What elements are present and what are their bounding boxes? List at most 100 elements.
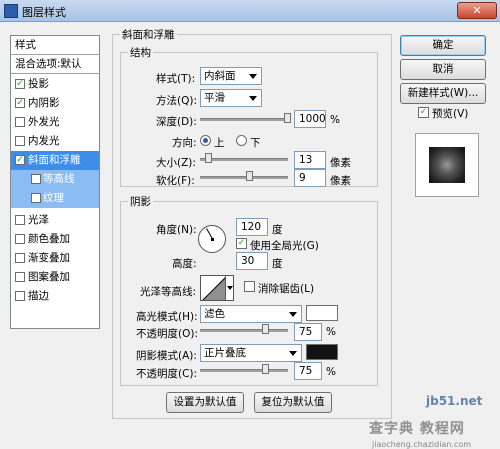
soften-slider-thumb[interactable] — [246, 171, 253, 181]
soften-unit: 像素 — [330, 175, 351, 187]
bevel-style-select[interactable]: 内斜面 — [200, 67, 262, 85]
depth-slider-track[interactable] — [200, 118, 288, 121]
use-global-light-label: 使用全局光(G) — [250, 240, 319, 252]
style-item-label: 光泽 — [28, 214, 49, 226]
angle-input[interactable]: 120 — [236, 218, 268, 236]
style-item-stroke[interactable]: 描边 — [11, 287, 99, 306]
watermark-site: jb51.net — [426, 394, 483, 408]
inner-shadow-checkbox[interactable]: ✓ — [15, 98, 25, 108]
anti-aliased-checkbox[interactable] — [244, 281, 255, 292]
blending-options-item[interactable]: 混合选项:默认 — [11, 55, 99, 74]
style-list-header[interactable]: 样式 — [11, 36, 99, 55]
angle-unit: 度 — [272, 224, 283, 236]
highlight-opacity-label: 不透明度(O): — [136, 328, 198, 340]
cancel-button[interactable]: 取消 — [400, 59, 486, 80]
reset-to-default-button[interactable]: 复位为默认值 — [254, 392, 332, 413]
style-item-label: 投影 — [28, 78, 49, 90]
angle-center-dot — [211, 238, 214, 241]
size-slider-thumb[interactable] — [205, 153, 212, 163]
shadow-opacity-input[interactable]: 75 — [294, 362, 322, 380]
altitude-label: 高度: — [172, 258, 197, 270]
bevel-emboss-checkbox[interactable]: ✓ — [15, 155, 25, 165]
shadow-opacity-slider-thumb[interactable] — [262, 364, 269, 374]
style-item-label: 外发光 — [28, 116, 60, 128]
new-style-button[interactable]: 新建样式(W)... — [400, 83, 486, 104]
shadow-opacity-slider-track[interactable] — [200, 369, 288, 372]
satin-checkbox[interactable] — [15, 215, 25, 225]
style-item-drop-shadow[interactable]: ✓ 投影 — [11, 75, 99, 94]
altitude-input[interactable]: 30 — [236, 252, 268, 270]
highlight-mode-select[interactable]: 滤色 — [200, 305, 302, 323]
color-overlay-checkbox[interactable] — [15, 234, 25, 244]
style-label: 样式(T): — [156, 73, 196, 85]
style-item-bevel-emboss[interactable]: ✓ 斜面和浮雕 — [11, 151, 99, 170]
style-item-label: 斜面和浮雕 — [28, 154, 81, 166]
chevron-down-icon — [249, 96, 257, 101]
style-item-label: 描边 — [28, 290, 49, 302]
window-title: 图层样式 — [22, 6, 66, 19]
highlight-color-swatch[interactable] — [306, 305, 338, 321]
inner-glow-checkbox[interactable] — [15, 136, 25, 146]
soften-label: 软化(F): — [156, 175, 195, 187]
style-item-color-overlay[interactable]: 颜色叠加 — [11, 230, 99, 249]
shading-group-title: 阴影 — [128, 194, 153, 209]
chevron-down-icon — [227, 286, 233, 290]
title-bar[interactable]: 图层样式 ✕ — [0, 0, 500, 22]
shadow-mode-select[interactable]: 正片叠底 — [200, 344, 302, 362]
stroke-checkbox[interactable] — [15, 291, 25, 301]
direction-up-label: 上 — [214, 137, 225, 149]
style-item-label: 渐变叠加 — [28, 252, 70, 264]
bevel-style-value: 内斜面 — [204, 70, 236, 82]
drop-shadow-checkbox[interactable]: ✓ — [15, 79, 25, 89]
direction-up-radio[interactable] — [200, 135, 211, 146]
style-item-pattern-overlay[interactable]: 图案叠加 — [11, 268, 99, 287]
chevron-down-icon — [289, 312, 297, 317]
gloss-contour-picker[interactable] — [200, 275, 226, 301]
gloss-contour-curve-icon — [202, 277, 225, 300]
window-close-button[interactable]: ✕ — [457, 2, 497, 19]
highlight-opacity-slider-track[interactable] — [200, 329, 288, 332]
soften-slider-track[interactable] — [200, 176, 288, 179]
size-slider-track[interactable] — [200, 158, 288, 161]
texture-checkbox[interactable] — [31, 193, 41, 203]
style-item-label: 等高线 — [43, 173, 75, 185]
make-default-button[interactable]: 设置为默认值 — [166, 392, 244, 413]
highlight-opacity-input[interactable]: 75 — [294, 323, 322, 341]
style-preview-thumbnail — [415, 133, 479, 197]
outer-glow-checkbox[interactable] — [15, 117, 25, 127]
depth-label: 深度(D): — [156, 116, 197, 128]
highlight-opacity-slider-thumb[interactable] — [262, 324, 269, 334]
angle-dial[interactable] — [198, 225, 226, 253]
gloss-contour-dropdown[interactable] — [226, 275, 234, 301]
technique-select[interactable]: 平滑 — [200, 89, 262, 107]
soften-input[interactable]: 9 — [294, 169, 326, 187]
shadow-color-swatch[interactable] — [306, 344, 338, 360]
style-item-outer-glow[interactable]: 外发光 — [11, 113, 99, 132]
gradient-overlay-checkbox[interactable] — [15, 253, 25, 263]
style-item-texture[interactable]: 纹理 — [11, 189, 99, 208]
depth-input[interactable]: 1000 — [294, 110, 326, 128]
size-input[interactable]: 13 — [294, 151, 326, 169]
chevron-down-icon — [249, 74, 257, 79]
style-item-label: 图案叠加 — [28, 271, 70, 283]
style-item-contour[interactable]: 等高线 — [11, 170, 99, 189]
direction-down-radio[interactable] — [236, 135, 247, 146]
pattern-overlay-checkbox[interactable] — [15, 272, 25, 282]
style-item-satin[interactable]: 光泽 — [11, 211, 99, 230]
use-global-light-checkbox[interactable]: ✓ — [236, 238, 247, 249]
preview-checkbox[interactable]: ✓ — [418, 107, 429, 118]
style-item-gradient-overlay[interactable]: 渐变叠加 — [11, 249, 99, 268]
style-item-label: 纹理 — [43, 192, 64, 204]
shadow-opacity-label: 不透明度(C): — [136, 368, 198, 380]
style-item-inner-shadow[interactable]: ✓ 内阴影 — [11, 94, 99, 113]
ok-button[interactable]: 确定 — [400, 35, 486, 56]
contour-checkbox[interactable] — [31, 174, 41, 184]
style-item-inner-glow[interactable]: 内发光 — [11, 132, 99, 151]
layer-style-dialog: 样式 混合选项:默认 ✓ 投影 ✓ 内阴影 外发光 内发光 ✓ 斜面和浮雕 等高… — [0, 22, 500, 449]
size-unit: 像素 — [330, 157, 351, 169]
depth-slider-thumb[interactable] — [284, 113, 291, 123]
technique-value: 平滑 — [204, 92, 225, 104]
structure-group-title: 结构 — [128, 45, 153, 60]
altitude-unit: 度 — [272, 258, 283, 270]
style-item-label: 内发光 — [28, 135, 60, 147]
